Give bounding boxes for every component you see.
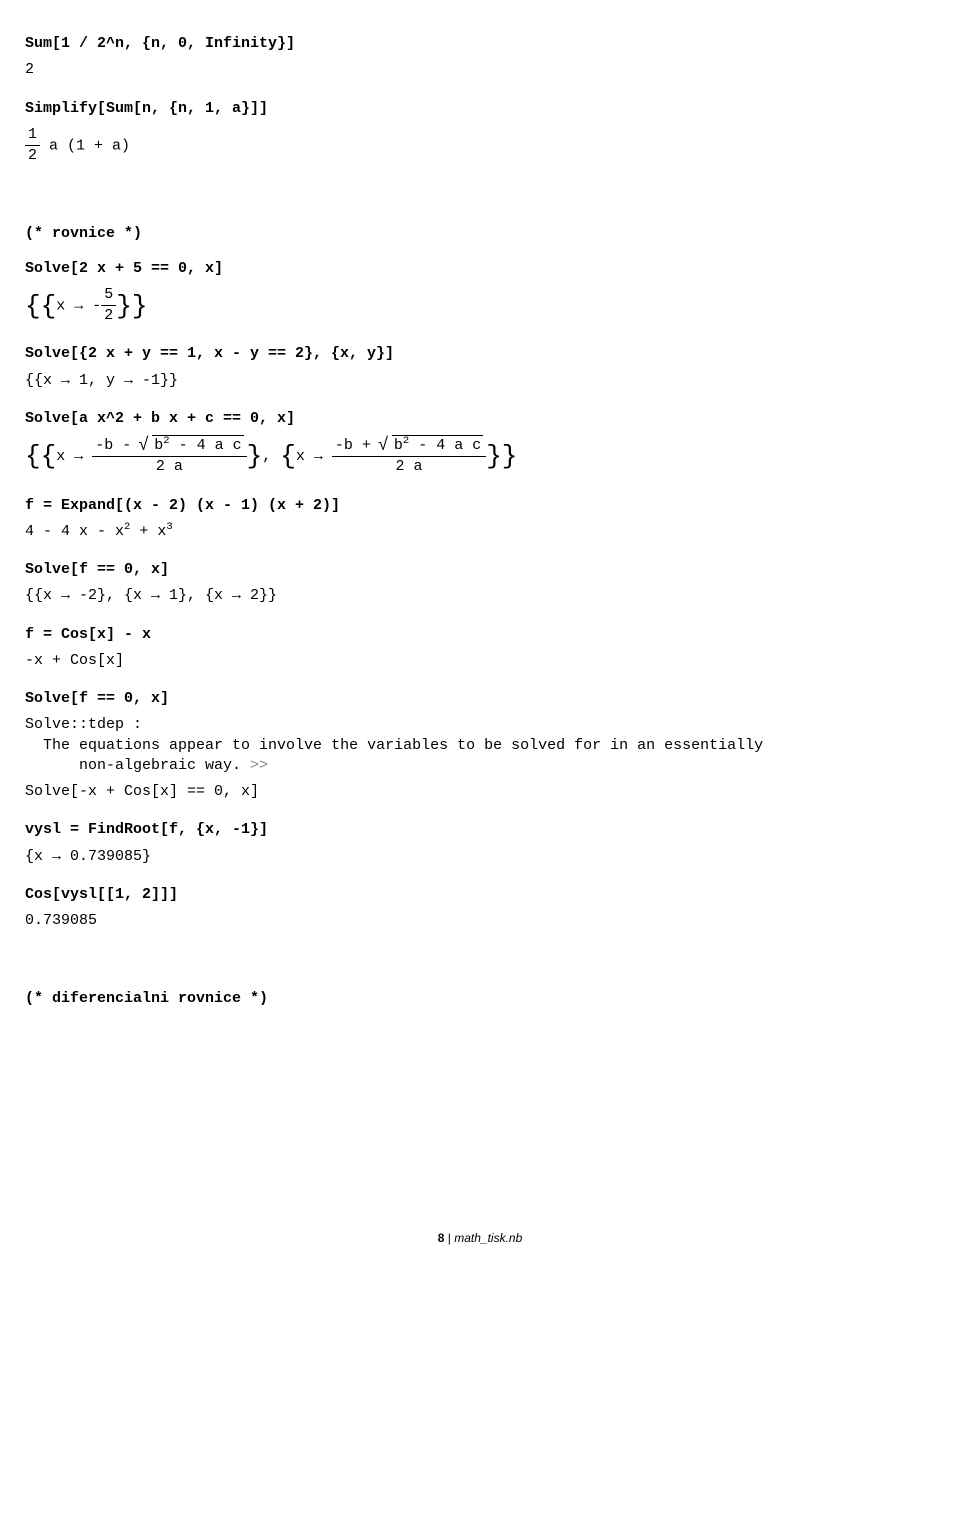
frac-den: 2 [101, 306, 116, 326]
input-solve-transcendental: Solve[f == 0, x] [25, 689, 935, 709]
num-prefix: -b - [95, 437, 140, 454]
output-simplify-sum: 1 2 a (1 + a) [25, 125, 935, 167]
input-simplify-sum: Simplify[Sum[n, {n, 1, a}]] [25, 99, 935, 119]
input-solve-system: Solve[{2 x + y == 1, x - y == 2}, {x, y}… [25, 344, 935, 364]
input-sum-infinite: Sum[1 / 2^n, {n, 0, Infinity}] [25, 34, 935, 54]
solution-x: x → - [56, 297, 101, 314]
comment-diferencialni: (* diferencialni rovnice *) [25, 989, 935, 1009]
output-expand: 4 - 4 x - x2 + x3 [25, 522, 935, 542]
footer-sep: | [444, 1231, 454, 1245]
poly-part-b: + x [130, 523, 166, 540]
input-expand: f = Expand[(x - 2) (x - 1) (x + 2)] [25, 496, 935, 516]
output-rest: a (1 + a) [40, 137, 130, 154]
input-solve-linear: Solve[2 x + 5 == 0, x] [25, 259, 935, 279]
output-f-cos: -x + Cos[x] [25, 651, 935, 671]
frac-num: 1 [25, 125, 40, 146]
frac-num: -b - b2 - 4 a c [92, 435, 246, 457]
sep: , [262, 448, 280, 465]
msg-text: Solve::tdep : The equations appear to in… [25, 716, 763, 774]
rad-b: b [394, 437, 403, 454]
frac-num: -b + b2 - 4 a c [332, 435, 486, 457]
input-solve-f: Solve[f == 0, x] [25, 560, 935, 580]
frac-den: 2 a [332, 457, 486, 477]
output-solve-quadratic: {{x → -b - b2 - 4 a c 2 a }, {x → -b + b… [25, 435, 935, 478]
msg-more-link[interactable]: >> [250, 757, 268, 774]
sol-x1-lhs: x → [56, 448, 92, 465]
output-solve-f: {{x → -2}, {x → 1}, {x → 2}} [25, 586, 935, 606]
output-findroot: {x → 0.739085} [25, 847, 935, 867]
frac-den: 2 a [92, 457, 246, 477]
input-f-cos: f = Cos[x] - x [25, 625, 935, 645]
poly-part-a: 4 - 4 x - x [25, 523, 124, 540]
output-solve-system: {{x → 1, y → -1}} [25, 371, 935, 391]
frac-num: 5 [101, 285, 116, 306]
input-findroot: vysl = FindRoot[f, {x, -1}] [25, 820, 935, 840]
message-tdep: Solve::tdep : The equations appear to in… [25, 715, 935, 776]
num-prefix: -b + [335, 437, 380, 454]
rad-rest: - 4 a c [170, 437, 242, 454]
file-name: math_tisk.nb [454, 1231, 522, 1245]
page-footer: 8 | math_tisk.nb [25, 1230, 935, 1246]
frac-den: 2 [25, 146, 40, 166]
comment-rovnice: (* rovnice *) [25, 224, 935, 244]
sol-x2-lhs: x → [296, 448, 332, 465]
output-cos-vysl: 0.739085 [25, 911, 935, 931]
rad-b: b [154, 437, 163, 454]
output-solve-linear: {{x → - 5 2 }} [25, 285, 935, 327]
output-solve-transcendental: Solve[-x + Cos[x] == 0, x] [25, 782, 935, 802]
input-cos-vysl: Cos[vysl[[1, 2]]] [25, 885, 935, 905]
input-solve-quadratic: Solve[a x^2 + b x + c == 0, x] [25, 409, 935, 429]
rad-rest: - 4 a c [409, 437, 481, 454]
output-sum-infinite: 2 [25, 60, 935, 80]
